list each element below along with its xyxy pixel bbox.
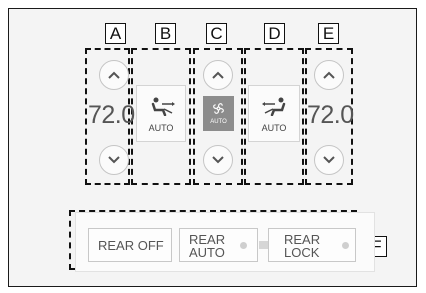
passenger-airflow-icon — [262, 97, 286, 116]
right-temp-up-button[interactable] — [314, 60, 344, 90]
left-temp-up-button[interactable] — [99, 60, 129, 90]
driver-airflow-icon — [151, 97, 175, 116]
rear-auto-indicator — [240, 242, 247, 249]
right-temperature: 72.0 — [307, 101, 354, 129]
left-temperature: 72.0 — [88, 101, 135, 129]
right-mode-auto-label: AUTO — [261, 123, 287, 133]
rear-lock-indicator — [342, 242, 349, 249]
left-temp-down-button[interactable] — [99, 145, 129, 175]
callout-e: E — [318, 23, 339, 44]
rear-auto-line2: AUTO — [189, 245, 225, 260]
left-mode-auto-label: AUTO — [148, 123, 174, 133]
callout-b: B — [155, 23, 176, 44]
rear-auto-button[interactable]: REAR AUTO — [179, 228, 258, 262]
fan-auto-label: AUTO — [210, 119, 227, 125]
rear-off-label: REAR OFF — [98, 238, 164, 253]
callout-c: C — [206, 23, 227, 44]
rear-lock-line2: LOCK — [284, 245, 320, 260]
chevron-down-icon — [108, 156, 120, 164]
chevron-down-icon — [323, 156, 335, 164]
fan-down-button[interactable] — [203, 145, 233, 175]
right-temp-down-button[interactable] — [314, 145, 344, 175]
rear-lock-button[interactable]: REAR LOCK — [268, 228, 356, 262]
fan-auto-button[interactable]: AUTO — [203, 96, 234, 131]
rear-off-button[interactable]: REAR OFF — [88, 228, 172, 262]
chevron-down-icon — [212, 156, 224, 164]
fan-up-button[interactable] — [203, 60, 233, 90]
callout-d: D — [264, 23, 285, 44]
chevron-up-icon — [108, 71, 120, 79]
rear-button-connector — [259, 241, 268, 249]
left-airflow-mode-button[interactable]: AUTO — [136, 85, 186, 142]
callout-a: A — [105, 23, 126, 44]
chevron-up-icon — [323, 71, 335, 79]
fan-icon — [213, 103, 224, 114]
right-airflow-mode-button[interactable]: AUTO — [248, 85, 300, 142]
chevron-up-icon — [212, 71, 224, 79]
